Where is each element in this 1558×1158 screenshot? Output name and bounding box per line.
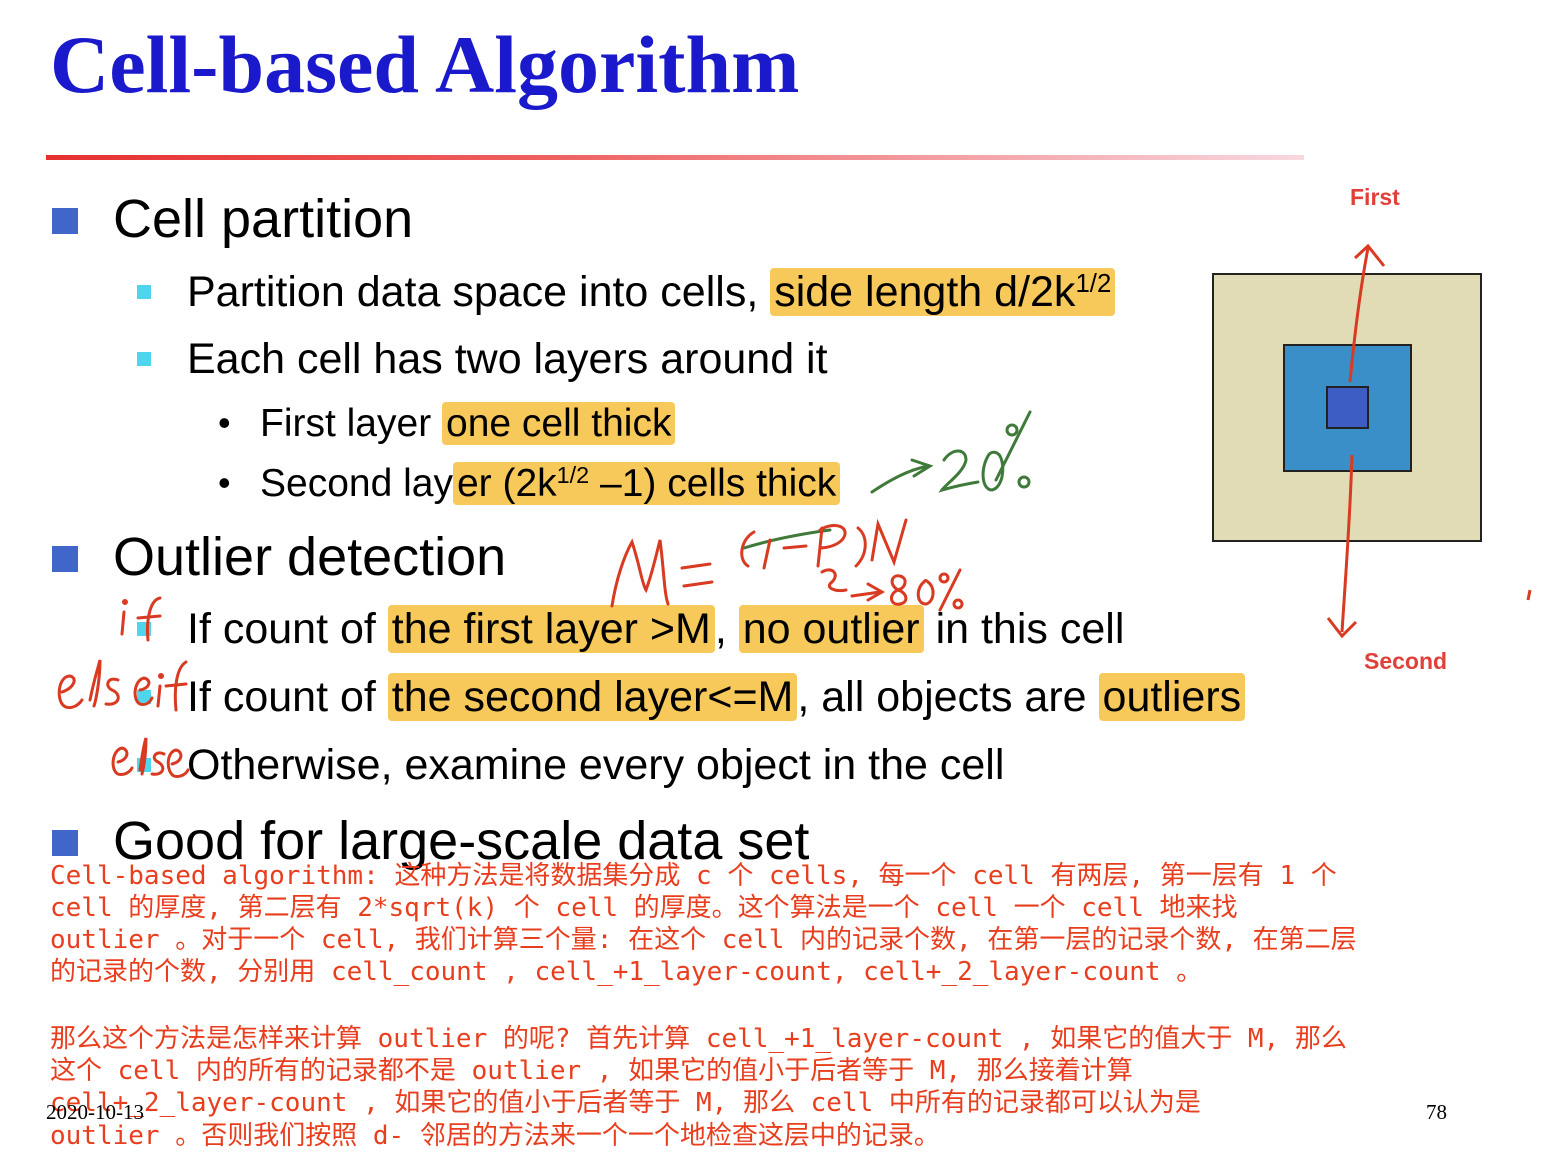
footer-date: 2020-10-13: [46, 1100, 144, 1124]
handwritten-20-percent: [742, 410, 1032, 550]
note-line: cell 的厚度, 第二层有 2*sqrt(k) 个 cell 的厚度。这个算法…: [50, 893, 1238, 923]
handwritten-if: [120, 596, 162, 642]
note-line: 的记录的个数, 分别用 cell_count , cell_+1_layer-c…: [50, 957, 1203, 987]
note-line: cell+_2_layer-count , 如果它的值小于后者等于 M, 那么 …: [50, 1088, 1201, 1118]
handwritten-elseif: [57, 659, 188, 712]
note-line: outlier 。否则我们按照 d- 邻居的方法来一个一个地检查这层中的记录。: [50, 1121, 940, 1151]
page-number: 78: [1426, 1100, 1447, 1124]
handwritten-else: [111, 737, 190, 778]
note-line: Cell-based algorithm: 这种方法是将数据集分成 c 个 ce…: [50, 861, 1337, 891]
note-line: 这个 cell 内的所有的记录都不是 outlier , 如果它的值小于后者等于…: [50, 1056, 1133, 1086]
note-line: 那么这个方法是怎样来计算 outlier 的呢? 首先计算 cell_+1_la…: [50, 1024, 1347, 1054]
handwritten-80-percent: [820, 568, 964, 612]
note-line: outlier 。对于一个 cell, 我们计算三个量: 在这个 cell 内的…: [50, 925, 1357, 955]
